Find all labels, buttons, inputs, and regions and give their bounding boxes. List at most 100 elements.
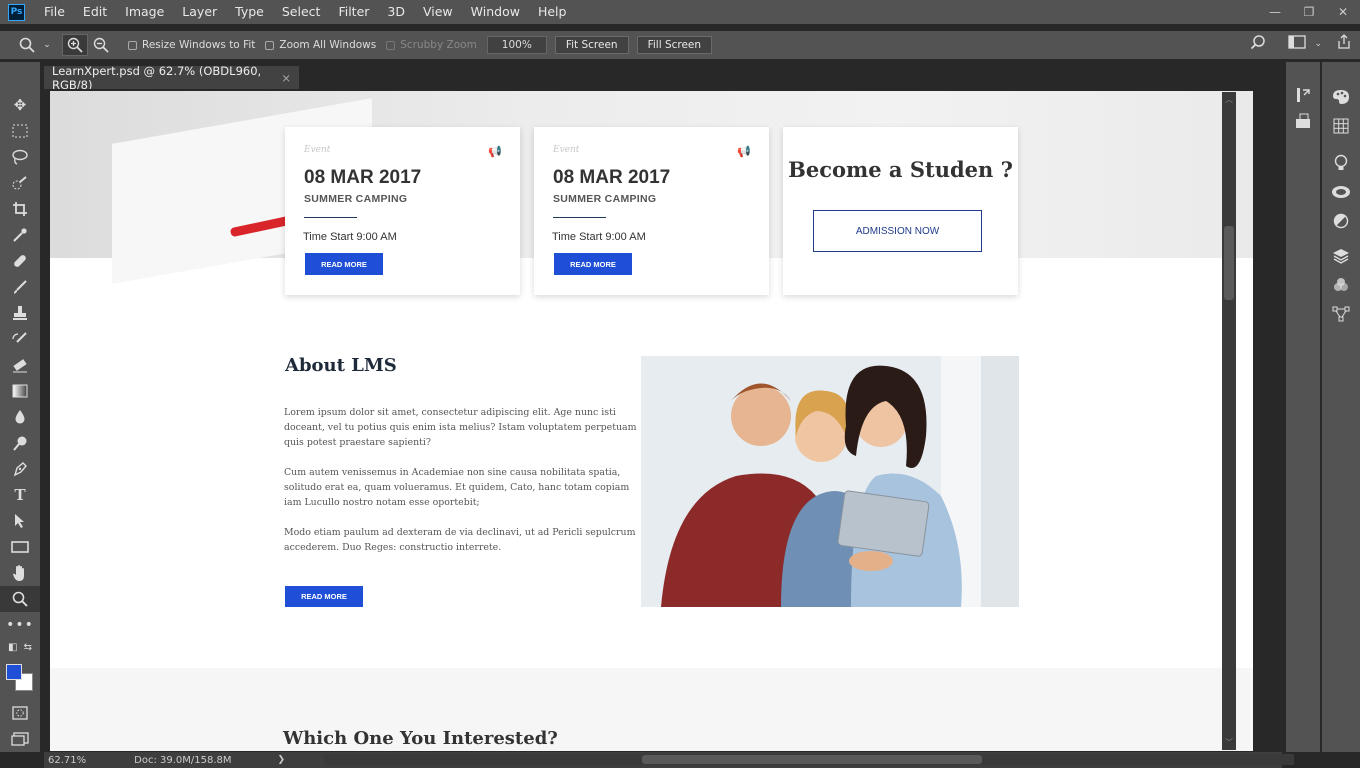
divider	[553, 217, 606, 218]
resize-windows-checkbox[interactable]: Resize Windows to Fit	[128, 39, 255, 51]
menu-help[interactable]: Help	[529, 0, 576, 24]
megaphone-icon: 📢	[488, 145, 502, 158]
search-icon[interactable]	[1250, 34, 1266, 53]
vertical-scrollbar[interactable]: ︿ ﹀	[1222, 92, 1236, 750]
menu-image[interactable]: Image	[116, 0, 173, 24]
quick-selection-tool-icon[interactable]	[0, 170, 40, 196]
libraries-panel-icon[interactable]	[1322, 177, 1360, 206]
menu-file[interactable]: File	[35, 0, 74, 24]
properties-panel-icon[interactable]	[1286, 108, 1320, 134]
event-time: Time Start 9:00 AM	[552, 231, 646, 243]
default-colors-icon[interactable]: ◧	[8, 642, 17, 653]
healing-brush-tool-icon[interactable]	[0, 248, 40, 274]
rectangle-tool-icon[interactable]	[0, 534, 40, 560]
admission-title: Become a Studen ?	[788, 157, 1013, 182]
menu-edit[interactable]: Edit	[74, 0, 116, 24]
screen-mode-icon[interactable]	[0, 726, 40, 752]
zoom-in-icon[interactable]	[62, 34, 88, 56]
path-selection-tool-icon[interactable]	[0, 508, 40, 534]
menu-select[interactable]: Select	[273, 0, 330, 24]
close-window-button[interactable]: ✕	[1326, 0, 1360, 24]
gradient-tool-icon[interactable]	[0, 378, 40, 404]
adjustments-panel-icon[interactable]	[1322, 206, 1360, 235]
eraser-tool-icon[interactable]	[0, 352, 40, 378]
admission-button[interactable]: ADMISSION NOW	[813, 210, 982, 252]
scroll-up-icon[interactable]: ︿	[1222, 94, 1236, 105]
type-tool-icon[interactable]: T	[0, 482, 40, 508]
event-title: SUMMER CAMPING	[553, 193, 657, 205]
admission-card: Become a Studen ? ADMISSION NOW	[783, 127, 1018, 295]
status-menu-arrow-icon[interactable]: ❯	[278, 755, 286, 765]
megaphone-icon: 📢	[737, 145, 751, 158]
fit-screen-button[interactable]: Fit Screen	[554, 36, 629, 54]
scroll-thumb[interactable]	[1224, 226, 1234, 300]
learn-panel-icon[interactable]	[1322, 148, 1360, 177]
options-right-group: ⌄	[1250, 34, 1352, 53]
swatch-controls: ◧ ⇆	[0, 638, 40, 656]
eyedropper-tool-icon[interactable]	[0, 222, 40, 248]
fill-screen-button[interactable]: Fill Screen	[636, 36, 713, 54]
clone-stamp-tool-icon[interactable]	[0, 300, 40, 326]
menu-window[interactable]: Window	[462, 0, 529, 24]
swatches-panel-icon[interactable]	[1322, 111, 1360, 140]
lasso-tool-icon[interactable]	[0, 144, 40, 170]
history-panel-icon[interactable]	[1286, 82, 1320, 108]
menu-filter[interactable]: Filter	[329, 0, 378, 24]
event-date: 08 MAR 2017	[304, 167, 422, 188]
event-label: Event	[553, 145, 580, 155]
scroll-thumb[interactable]	[642, 755, 982, 764]
marquee-tool-icon[interactable]	[0, 118, 40, 144]
minimize-button[interactable]: —	[1258, 0, 1292, 24]
more-tools-icon[interactable]: •••	[0, 612, 40, 638]
workspace-icon[interactable]	[1288, 35, 1307, 52]
brush-tool-icon[interactable]	[0, 274, 40, 300]
event-card: Event 📢 08 MAR 2017 SUMMER CAMPING Time …	[534, 127, 769, 295]
paths-panel-icon[interactable]	[1322, 299, 1360, 328]
canvas-area[interactable]: Event 📢 08 MAR 2017 SUMMER CAMPING Time …	[44, 89, 1282, 751]
menu-type[interactable]: Type	[226, 0, 273, 24]
zoom-percent-field[interactable]: 100%	[486, 36, 547, 54]
about-read-more-button[interactable]: READ MORE	[285, 586, 363, 607]
hand-tool-icon[interactable]	[0, 560, 40, 586]
color-panel-icon[interactable]	[1322, 82, 1360, 111]
options-bar: ⌄ Resize Windows to Fit Zoom All Windows…	[0, 31, 1360, 59]
event-time: Time Start 9:00 AM	[303, 231, 397, 243]
blur-tool-icon[interactable]	[0, 404, 40, 430]
history-brush-tool-icon[interactable]	[0, 326, 40, 352]
foreground-color-swatch[interactable]	[6, 664, 22, 680]
students-photo	[641, 356, 1019, 607]
crop-tool-icon[interactable]	[0, 196, 40, 222]
photoshop-logo-icon[interactable]: Ps	[8, 3, 25, 21]
menu-3d[interactable]: 3D	[378, 0, 414, 24]
read-more-button[interactable]: READ MORE	[554, 253, 632, 275]
horizontal-scrollbar[interactable]	[324, 754, 1294, 765]
resize-windows-label: Resize Windows to Fit	[142, 39, 256, 51]
chevron-down-icon[interactable]: ⌄	[1314, 39, 1322, 49]
channels-panel-icon[interactable]	[1322, 270, 1360, 299]
zoom-all-windows-checkbox[interactable]: Zoom All Windows	[265, 39, 376, 51]
swap-colors-icon[interactable]: ⇆	[24, 642, 32, 653]
zoom-tool-preset-icon[interactable]	[14, 34, 40, 56]
zoom-out-icon[interactable]	[88, 34, 114, 56]
scroll-down-icon[interactable]: ﹀	[1222, 737, 1236, 748]
event-date: 08 MAR 2017	[553, 167, 671, 188]
menu-view[interactable]: View	[414, 0, 462, 24]
event-title: SUMMER CAMPING	[304, 193, 408, 205]
pen-tool-icon[interactable]	[0, 456, 40, 482]
share-icon[interactable]	[1336, 34, 1352, 53]
quick-mask-icon[interactable]	[0, 700, 40, 726]
move-tool-icon[interactable]: ✥	[0, 92, 40, 118]
close-tab-icon[interactable]: ×	[281, 71, 291, 85]
read-more-button[interactable]: READ MORE	[305, 253, 383, 275]
menu-bar: Ps File Edit Image Layer Type Select Fil…	[0, 0, 1360, 24]
scrubby-zoom-label: Scrubby Zoom	[400, 39, 477, 51]
zoom-tool-icon[interactable]	[0, 586, 40, 612]
menu-layer[interactable]: Layer	[173, 0, 226, 24]
document-tab[interactable]: LearnXpert.psd @ 62.7% (OBDL960, RGB/8) …	[44, 64, 299, 92]
restore-button[interactable]: ❐	[1292, 0, 1326, 24]
layers-panel-icon[interactable]	[1322, 241, 1360, 270]
dodge-tool-icon[interactable]	[0, 430, 40, 456]
scrubby-zoom-checkbox[interactable]: Scrubby Zoom	[386, 39, 477, 51]
chevron-down-icon[interactable]: ⌄	[40, 34, 54, 56]
zoom-level[interactable]: 62.71%	[48, 755, 86, 766]
